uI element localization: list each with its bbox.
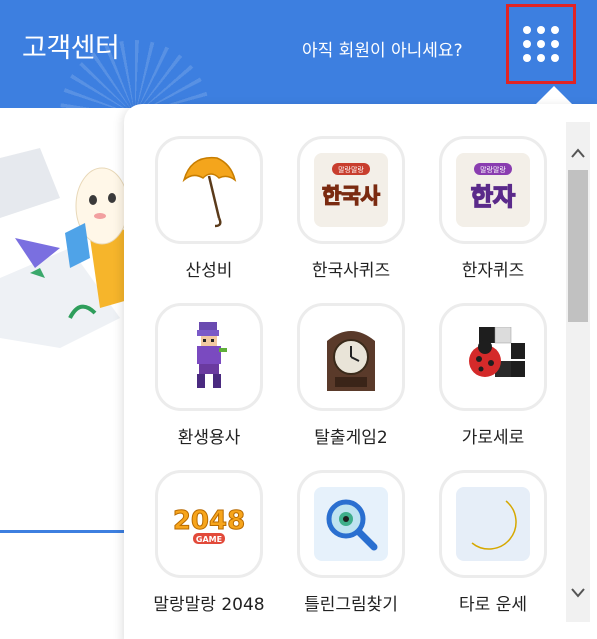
2048-logo-icon: 2048 GAME xyxy=(172,506,246,544)
apps-menu-button[interactable] xyxy=(506,4,576,84)
app-tile[interactable] xyxy=(297,470,405,578)
signup-link[interactable]: 아직 회원이 아니세요? xyxy=(302,36,463,61)
svg-text:말랑말랑: 말랑말랑 xyxy=(338,166,364,174)
svg-text:한자: 한자 xyxy=(471,183,515,211)
header-bar: 고객센터 아직 회원이 아니세요? xyxy=(0,0,597,108)
pixel-hero-icon xyxy=(197,322,227,388)
mascot-illustration xyxy=(0,148,135,348)
chevron-down-icon[interactable] xyxy=(566,578,590,608)
page-title: 고객센터 xyxy=(22,33,120,64)
app-item-spot-the-difference[interactable]: 틀린그림찾기 xyxy=(281,470,421,615)
app-tile[interactable]: 2048 GAME xyxy=(155,470,263,578)
svg-text:한국사: 한국사 xyxy=(322,184,381,208)
svg-text:말랑말랑: 말랑말랑 xyxy=(480,166,506,174)
hanja-quiz-icon: 말랑말랑 한자 xyxy=(456,153,530,227)
app-label: 한자퀴즈 xyxy=(461,261,525,281)
app-item-2048[interactable]: 2048 GAME 말랑말랑 2048 xyxy=(139,470,279,615)
app-tile[interactable] xyxy=(297,303,405,411)
scrollbar-thumb[interactable] xyxy=(568,170,588,322)
app-item-tarot[interactable]: 타로 운세 xyxy=(423,470,563,615)
app-label: 말랑말랑 2048 xyxy=(153,595,265,615)
app-item-acid-rain[interactable]: 산성비 xyxy=(139,136,279,281)
app-tile[interactable] xyxy=(155,136,263,244)
svg-text:GAME: GAME xyxy=(196,535,222,544)
app-label: 탈출게임2 xyxy=(314,428,388,448)
clock-icon xyxy=(327,331,375,391)
app-tile[interactable] xyxy=(439,470,547,578)
app-label: 산성비 xyxy=(185,261,233,281)
app-item-reborn-hero[interactable]: 환생용사 xyxy=(139,303,279,448)
app-label: 틀린그림찾기 xyxy=(304,595,398,615)
chevron-up-icon[interactable] xyxy=(566,138,590,168)
magnifier-icon xyxy=(314,487,388,561)
app-item-hanja-quiz[interactable]: 말랑말랑 한자 한자퀴즈 xyxy=(423,136,563,281)
umbrella-icon xyxy=(182,156,237,228)
app-item-korean-history-quiz[interactable]: 말랑말랑 한국사 한국사퀴즈 xyxy=(281,136,421,281)
ladybug-puzzle-icon xyxy=(469,327,525,377)
app-label: 환생용사 xyxy=(177,428,241,448)
app-label: 가로세로 xyxy=(461,428,525,448)
scrollbar[interactable] xyxy=(566,122,590,622)
svg-text:2048: 2048 xyxy=(173,506,245,536)
app-tile[interactable] xyxy=(439,303,547,411)
app-item-escape-game-2[interactable]: 탈출게임2 xyxy=(281,303,421,448)
app-tile[interactable]: 말랑말랑 한자 xyxy=(439,136,547,244)
grid-icon xyxy=(523,26,559,62)
app-item-crossword[interactable]: 가로세로 xyxy=(423,303,563,448)
divider-line xyxy=(0,530,130,533)
app-tile[interactable]: 말랑말랑 한국사 xyxy=(297,136,405,244)
app-tile[interactable] xyxy=(155,303,263,411)
app-label: 한국사퀴즈 xyxy=(311,261,391,281)
korean-history-quiz-icon: 말랑말랑 한국사 xyxy=(314,153,388,227)
app-label: 타로 운세 xyxy=(459,595,527,615)
moon-icon xyxy=(456,487,530,561)
